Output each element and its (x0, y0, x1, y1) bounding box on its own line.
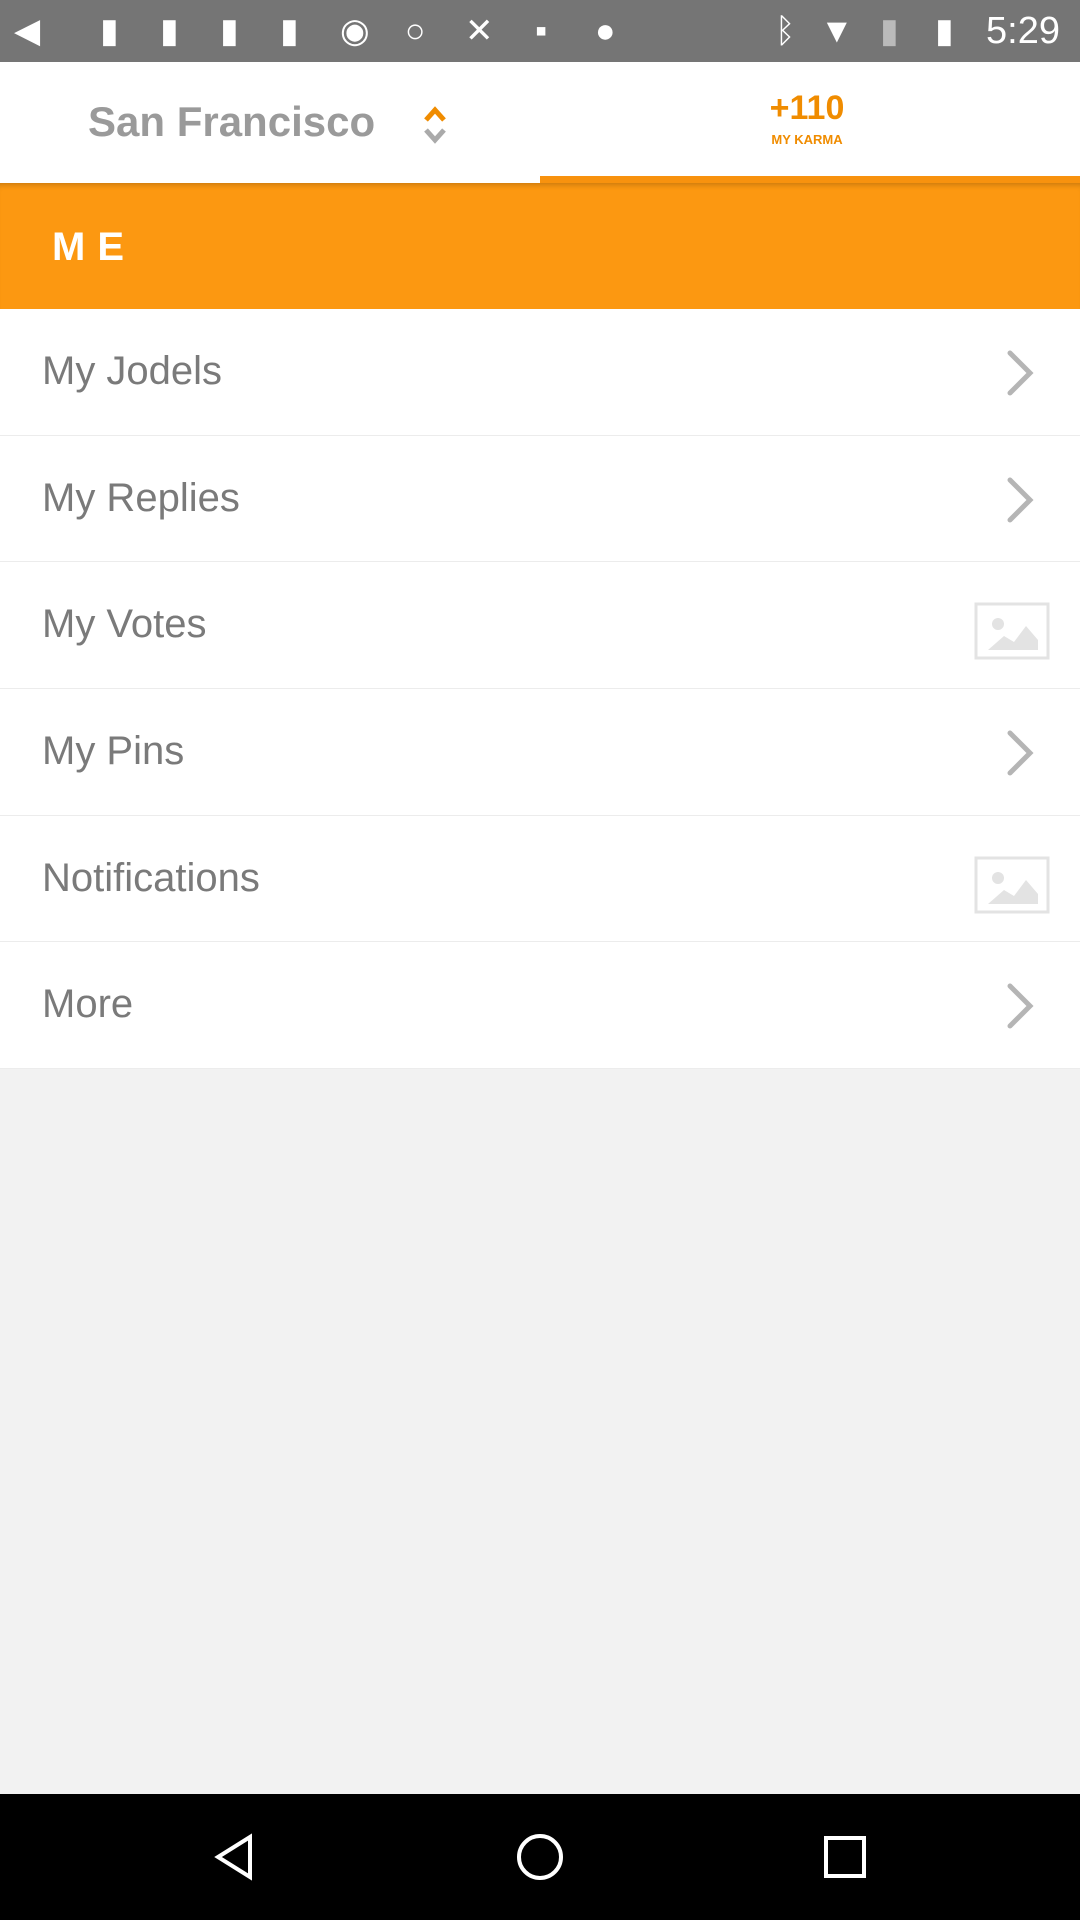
menu-item-my-jodels[interactable]: My Jodels (0, 309, 1080, 436)
bluetooth-icon: ᛒ (775, 12, 796, 50)
menu-list: My Jodels My Replies My Votes My Pins No… (0, 309, 1080, 1070)
menu-item-label: My Votes (42, 602, 207, 647)
android-icon: ● (595, 12, 616, 50)
location-label: San Francisco (88, 98, 376, 145)
menu-item-my-votes[interactable]: My Votes (0, 562, 1080, 690)
karma-tab[interactable]: +110 MY KARMA (752, 90, 862, 147)
keyhole-icon: ▮ (100, 12, 119, 50)
menu-item-label: More (42, 982, 134, 1027)
menu-item-label: My Pins (42, 729, 185, 774)
menu-item-my-pins[interactable]: My Pins (0, 689, 1080, 816)
navigation-bar (0, 1794, 1080, 1920)
recents-button[interactable] (820, 1832, 870, 1887)
chevron-right-icon (1007, 477, 1034, 523)
chevron-right-icon (1007, 350, 1034, 396)
keyhole-icon: ▮ (220, 12, 239, 50)
karma-label: MY KARMA (771, 132, 843, 147)
karma-value: +110 (769, 89, 845, 127)
recents-square-icon (824, 1836, 866, 1878)
image-placeholder-icon (974, 856, 1050, 914)
image-placeholder-icon (974, 602, 1050, 660)
wifi-icon: ▼ (820, 12, 854, 50)
menu-item-my-replies[interactable]: My Replies (0, 435, 1080, 563)
battery-charging-icon: ▮ (935, 12, 954, 50)
lock-icon: ▪ (535, 12, 548, 50)
back-notification-icon: ◀ (14, 12, 41, 50)
chevron-right-icon (1007, 983, 1034, 1029)
back-triangle-icon (214, 1833, 252, 1881)
menu-item-label: My Jodels (42, 349, 223, 393)
active-tab-indicator (540, 176, 1080, 183)
menu-item-more[interactable]: More (0, 942, 1080, 1070)
info-icon: ○ (405, 12, 426, 50)
header: San Francisco +110 MY KARMA (0, 62, 1080, 183)
owl-icon: ◉ (340, 12, 370, 50)
back-button[interactable] (210, 1832, 260, 1887)
home-button[interactable] (515, 1832, 565, 1887)
keyhole-icon: ▮ (160, 12, 179, 50)
menu-item-notifications[interactable]: Notifications (0, 815, 1080, 943)
clock: 5:29 (986, 10, 1060, 52)
home-circle-icon (517, 1834, 563, 1880)
up-down-arrows-icon (424, 106, 446, 144)
menu-item-label: Notifications (42, 855, 260, 900)
status-bar: ◀ ▮ ▮ ▮ ▮ ◉ ○ ✕ ▪ ● ᛒ ▼ ▮ ▮ 5:29 (0, 0, 1080, 62)
section-header: ME (0, 183, 1080, 309)
keyhole-icon: ▮ (280, 12, 299, 50)
section-title: ME (52, 225, 136, 269)
menu-item-label: My Replies (42, 475, 240, 520)
fake-gps-icon: ✕ (465, 12, 494, 50)
chevron-right-icon (1007, 730, 1034, 776)
no-sim-icon: ▮ (880, 12, 899, 50)
